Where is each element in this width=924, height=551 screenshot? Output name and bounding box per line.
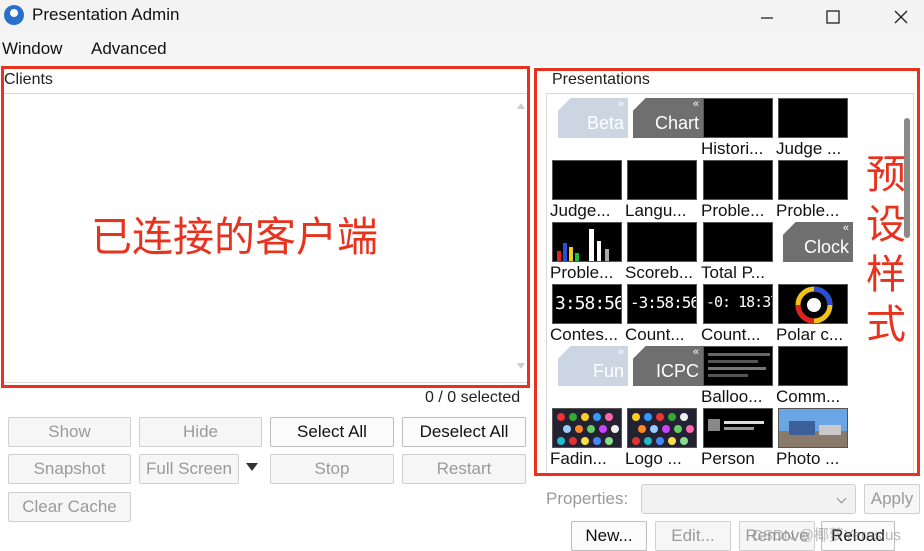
edit-button[interactable]: Edit...: [655, 521, 731, 551]
snapshot-button[interactable]: Snapshot: [8, 454, 131, 484]
minimize-icon: [761, 16, 773, 19]
restart-button[interactable]: Restart: [402, 454, 526, 484]
properties-label: Properties:: [546, 489, 629, 508]
show-button[interactable]: Show: [8, 417, 131, 447]
watermark: CSDN @椰萝Yerosius: [752, 527, 901, 544]
select-all-button[interactable]: Select All: [270, 417, 394, 447]
hide-button[interactable]: Hide: [139, 417, 262, 447]
menu-window[interactable]: Window: [2, 39, 62, 59]
close-icon: [894, 10, 908, 23]
clear-cache-button[interactable]: Clear Cache: [8, 492, 131, 522]
window-title: Presentation Admin: [32, 5, 180, 24]
clients-annotation: 已连接的客户端: [91, 213, 378, 261]
presentations-annotation: 预 设 样 式: [866, 152, 906, 348]
deselect-all-button[interactable]: Deselect All: [402, 417, 526, 447]
menu-bar: Window Advanced: [0, 33, 924, 66]
apply-button[interactable]: Apply: [864, 484, 920, 514]
properties-select[interactable]: [641, 484, 856, 514]
full-screen-dropdown-icon[interactable]: [246, 463, 258, 471]
close-button[interactable]: [878, 0, 924, 33]
menu-advanced[interactable]: Advanced: [91, 39, 167, 59]
stop-button[interactable]: Stop: [270, 454, 394, 484]
full-screen-button[interactable]: Full Screen: [139, 454, 239, 484]
title-bar: Presentation Admin: [0, 0, 924, 33]
maximize-button[interactable]: [810, 0, 856, 33]
maximize-icon: [826, 9, 840, 24]
app-icon: [4, 5, 24, 25]
minimize-button[interactable]: [744, 0, 790, 33]
selected-count: 0 / 0 selected: [425, 389, 521, 406]
new-button[interactable]: New...: [571, 521, 647, 551]
